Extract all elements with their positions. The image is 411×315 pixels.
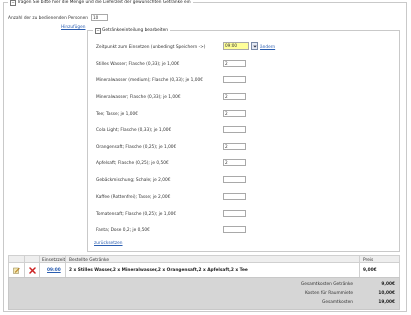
collapse-icon[interactable]: − bbox=[10, 0, 16, 6]
total-room-label: Kosten für Raummiete bbox=[304, 291, 353, 296]
table-row: 09:00 2 x Stilles Wasser,2 x Mineralwass… bbox=[8, 263, 400, 277]
item-label-8: Kaffee (Rottenfrei); Tasse; je 2,00€ bbox=[96, 195, 171, 200]
table-totals: Gesamtkosten Getränke 9,00€ Kosten für R… bbox=[8, 277, 400, 310]
add-link[interactable]: Hinzufügen bbox=[61, 25, 85, 30]
item-label-5: Orangensaft; Flasche (0,25); je 1,00€ bbox=[96, 145, 177, 150]
item-label-9: Tomatensaft; Flasche (0,25); je 1,00€ bbox=[96, 212, 177, 217]
item-input-9[interactable] bbox=[223, 210, 246, 217]
persons-label: Anzahl der zu bedienenden Personen bbox=[8, 16, 88, 21]
time-input[interactable]: 09:00 bbox=[223, 42, 249, 50]
table-header: Einsetzzeit Bestellte Getränke Preis bbox=[8, 255, 400, 263]
item-label-0: Stilles Wasser; Flasche (0,33); je 1,00€ bbox=[96, 62, 180, 67]
item-label-2: Mineralwasser; Flasche (0,33); je 1,00€ bbox=[96, 95, 181, 100]
change-link[interactable]: ändern bbox=[260, 45, 275, 50]
edit-drinks-legend-text: Getränkeeinteilung bearbeiten bbox=[102, 28, 168, 33]
item-input-4[interactable] bbox=[223, 126, 246, 133]
item-value-5: 2 bbox=[225, 144, 228, 149]
item-value-3: 2 bbox=[225, 111, 228, 116]
total-all-value: 19,00€ bbox=[378, 300, 395, 305]
persons-input[interactable]: 10 bbox=[91, 14, 108, 21]
column-divider bbox=[39, 255, 40, 277]
time-dropdown-button[interactable] bbox=[251, 42, 258, 50]
item-value-2: 2 bbox=[225, 94, 228, 99]
item-label-10: Fanta; Dose 0,2; je 0,50€ bbox=[96, 228, 150, 233]
edit-drinks-legend: − Getränkeeinteilung bearbeiten bbox=[93, 27, 170, 34]
item-input-6[interactable]: 2 bbox=[223, 159, 246, 166]
item-input-3[interactable]: 2 bbox=[223, 110, 246, 117]
chevron-down-icon bbox=[253, 45, 257, 48]
item-input-0[interactable]: 2 bbox=[223, 60, 246, 67]
item-label-1: Mineralwasser (medium); Flasche (0,33); … bbox=[96, 78, 203, 83]
collapse-edit-icon[interactable]: − bbox=[95, 27, 101, 34]
row-drinks: 2 x Stilles Wasser,2 x Mineralwasser,2 x… bbox=[69, 267, 248, 273]
order-table: Einsetzzeit Bestellte Getränke Preis 09:… bbox=[8, 255, 400, 310]
column-divider bbox=[24, 255, 25, 277]
item-label-3: Tee; Tasse; je 1,00€ bbox=[96, 112, 138, 117]
item-input-5[interactable]: 2 bbox=[223, 143, 246, 150]
persons-value: 10 bbox=[93, 15, 99, 20]
item-label-6: Apfelsaft; Flasche (0,25); je 0,50€ bbox=[96, 161, 169, 166]
item-label-7: Gebäckmischung; Schale; je 2,00€ bbox=[96, 178, 171, 183]
item-input-10[interactable] bbox=[223, 226, 246, 233]
time-value: 09:00 bbox=[225, 43, 238, 48]
total-room-value: 10,00€ bbox=[378, 291, 395, 296]
reset-link[interactable]: zurücksetzen bbox=[94, 241, 123, 246]
total-drinks-value: 9,00€ bbox=[381, 282, 395, 287]
column-divider bbox=[359, 255, 360, 277]
time-label: Zeitpunkt zum Einsetzen (unbedingt Speic… bbox=[96, 45, 206, 50]
item-value-6: 2 bbox=[225, 160, 228, 165]
row-time-link[interactable]: 09:00 bbox=[47, 268, 61, 273]
column-divider bbox=[65, 255, 66, 277]
item-value-0: 2 bbox=[225, 61, 228, 66]
item-input-8[interactable] bbox=[223, 193, 246, 200]
item-input-7[interactable] bbox=[223, 176, 246, 183]
drinks-order-legend: − Tragen Sie bitte hier die Menge und di… bbox=[8, 0, 193, 6]
total-all-label: Gesamtkosten bbox=[322, 300, 353, 305]
edit-icon[interactable] bbox=[13, 267, 20, 274]
item-input-2[interactable]: 2 bbox=[223, 93, 246, 100]
item-input-1[interactable] bbox=[223, 76, 246, 83]
total-drinks-label: Gesamtkosten Getränke bbox=[300, 282, 353, 287]
row-price: 9,00€ bbox=[363, 267, 377, 273]
drinks-order-legend-text: Tragen Sie bitte hier die Menge und die … bbox=[17, 0, 191, 5]
delete-icon[interactable] bbox=[29, 266, 36, 274]
item-label-4: Cola Light; Flasche (0,33); je 1,00€ bbox=[96, 128, 172, 133]
